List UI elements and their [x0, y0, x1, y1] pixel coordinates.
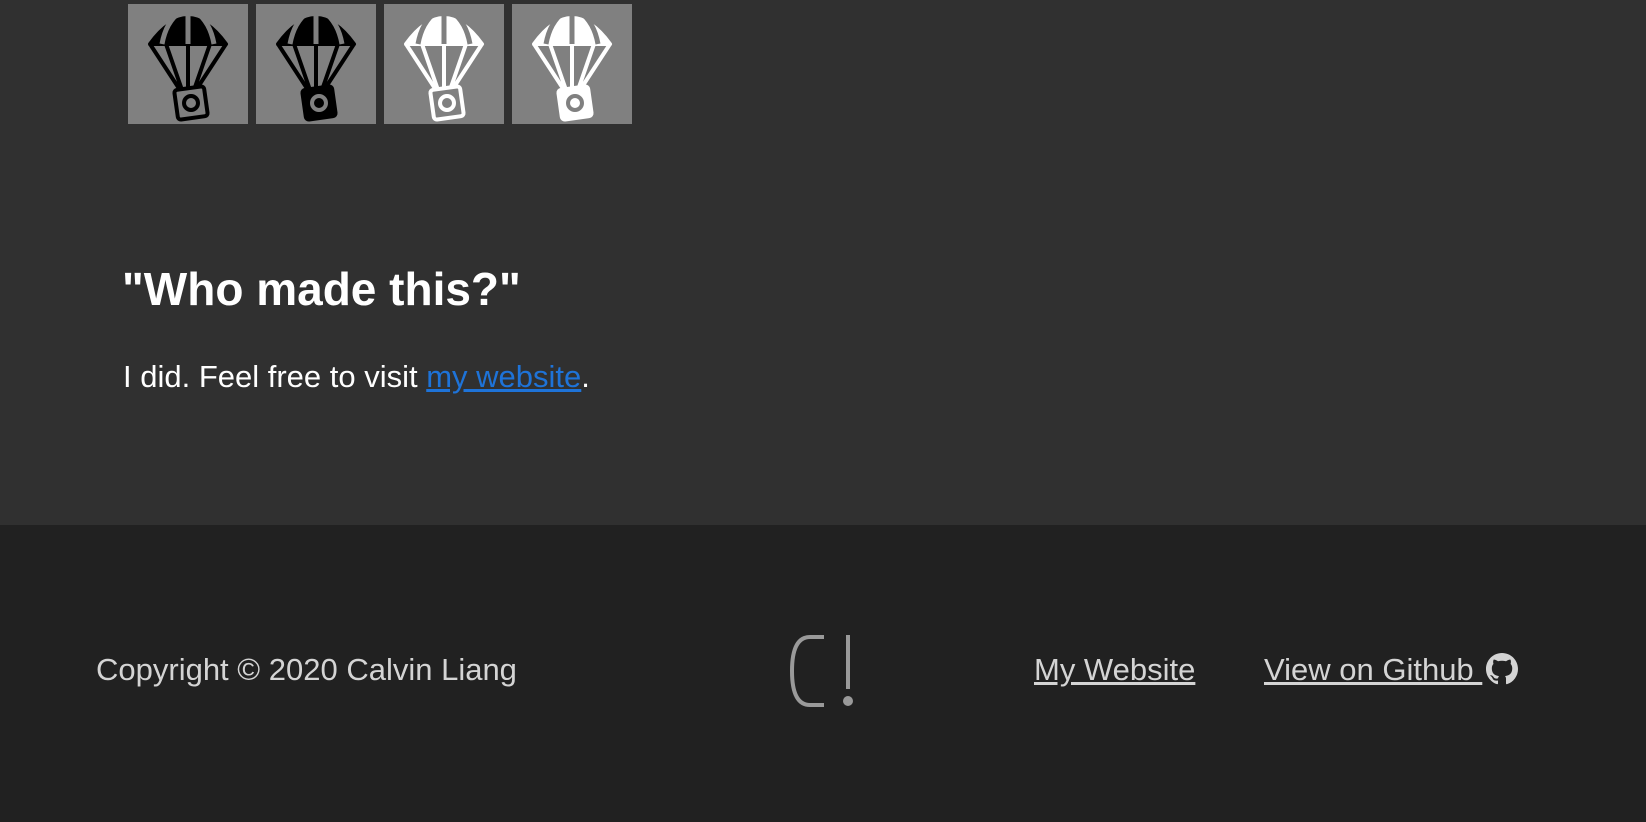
intro-period: . — [581, 359, 590, 394]
cl-logo-icon[interactable] — [788, 633, 858, 709]
intro-text: I did. Feel free to visit — [123, 359, 427, 394]
main-section: "Who made this?" I did. Feel free to vis… — [0, 0, 1646, 525]
footer: Copyright © 2020 Calvin Liang My Website… — [0, 525, 1646, 822]
github-icon — [1486, 653, 1519, 685]
parachute-icon-solid-white — [512, 4, 632, 124]
parachute-icon-solid-black — [256, 4, 376, 124]
parachute-icon-outline-white — [384, 4, 504, 124]
icon-gallery — [128, 4, 632, 124]
footer-my-website-link[interactable]: My Website — [1034, 652, 1195, 688]
github-link-label: View on Github — [1264, 652, 1483, 687]
my-website-link[interactable]: my website — [426, 359, 581, 394]
copyright-text: Copyright © 2020 Calvin Liang — [96, 652, 517, 687]
footer-github-link[interactable]: View on Github — [1264, 652, 1519, 688]
section-heading: "Who made this?" — [122, 263, 521, 315]
intro-paragraph: I did. Feel free to visit my website. — [123, 359, 590, 395]
parachute-icon-outline-black — [128, 4, 248, 124]
